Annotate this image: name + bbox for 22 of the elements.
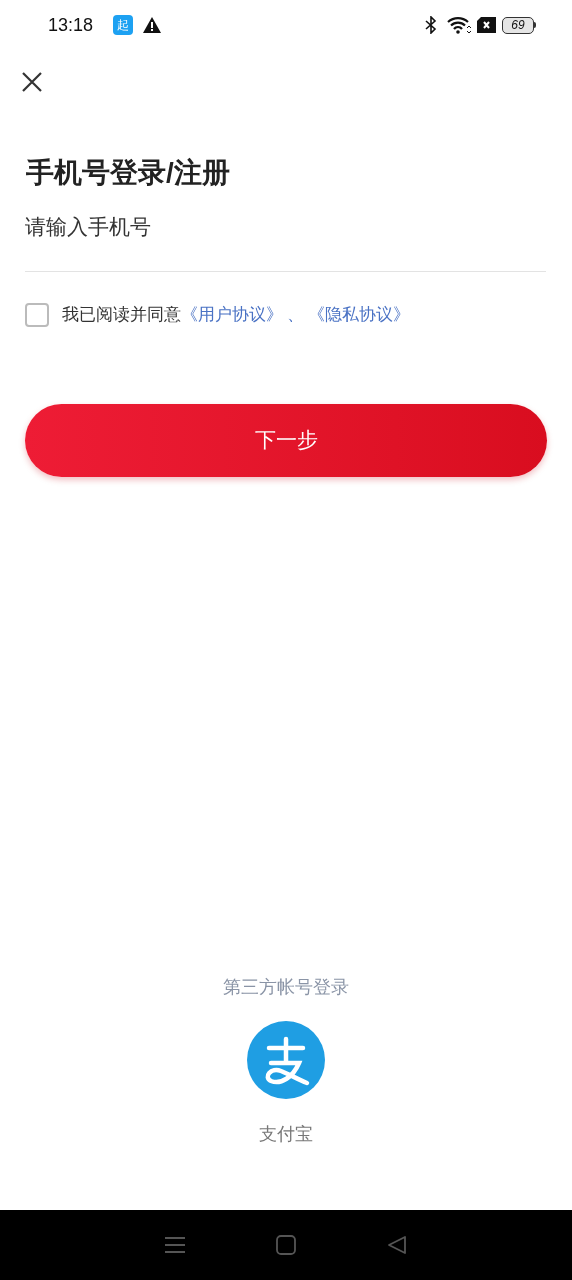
agreement-link[interactable]: 《隐私协议》 [308,305,410,324]
back-icon[interactable] [386,1235,407,1255]
home-icon[interactable] [276,1235,296,1255]
warning-icon [143,17,162,33]
separator-text: 、 [287,305,304,324]
page-title: 手机号登录/注册 [26,156,231,190]
next-button[interactable]: 下一步 [25,403,547,477]
battery-icon: 69 [502,16,536,34]
sim-icon [477,17,496,33]
agreement-link[interactable]: 《用户协议》 [181,305,283,324]
agreement-text: 我已阅读并同意《用户协议》 、 《隐私协议》 [62,304,410,326]
payment-logo-icon[interactable] [247,1021,325,1099]
clock-text: 13:18 [48,13,94,37]
agreement-checkbox[interactable] [25,302,49,327]
wifi-icon [447,16,471,34]
bluetooth-icon [425,16,437,34]
close-button[interactable] [20,70,44,94]
app-badge: 起 [113,15,134,35]
menu-icon[interactable] [165,1236,186,1254]
phone-input-field[interactable]: 请输入手机号 [25,210,546,272]
provider-label: 支付宝 [259,1123,313,1146]
section-heading: 第三方帐号登录 [222,976,350,999]
